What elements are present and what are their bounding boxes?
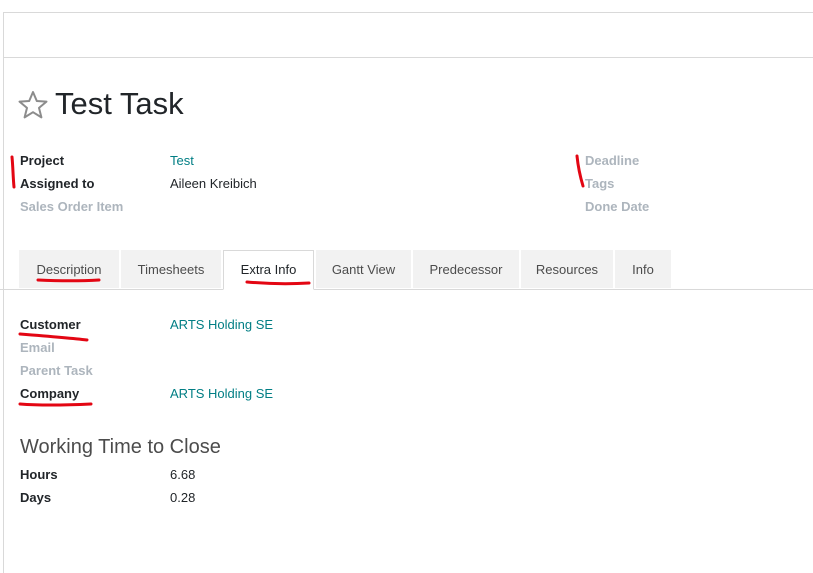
hours-label: Hours — [20, 467, 58, 482]
customer-label: Customer — [20, 317, 81, 332]
tab-description[interactable]: Description — [19, 250, 119, 288]
days-label: Days — [20, 490, 52, 505]
email-label: Email — [20, 340, 55, 355]
company-value[interactable]: ARTS Holding SE — [170, 385, 273, 403]
star-icon[interactable] — [17, 89, 49, 121]
tab-predecessor[interactable]: Predecessor — [413, 250, 519, 288]
task-title[interactable]: Test Task — [55, 84, 184, 124]
project-label: Project — [20, 153, 65, 168]
tab-gantt-view[interactable]: Gantt View — [316, 250, 411, 288]
tab-resources[interactable]: Resources — [521, 250, 613, 288]
parent-task-label: Parent Task — [20, 363, 93, 378]
customer-value[interactable]: ARTS Holding SE — [170, 316, 273, 334]
tab-extra-info[interactable]: Extra Info — [223, 250, 314, 290]
hours-value: 6.68 — [170, 467, 196, 482]
tab-info[interactable]: Info — [615, 250, 671, 288]
control-panel — [4, 13, 813, 58]
assigned-to-label: Assigned to — [20, 176, 95, 191]
tags-label: Tags — [585, 176, 615, 191]
deadline-label: Deadline — [585, 153, 640, 168]
working-time-title: Working Time to Close — [20, 436, 221, 458]
notebook-tabs: Description Timesheets Extra Info Gantt … — [0, 250, 813, 290]
sales-order-item-label: Sales Order Item — [20, 199, 124, 214]
tab-timesheets[interactable]: Timesheets — [121, 250, 221, 288]
done-date-label: Done Date — [585, 199, 650, 214]
assigned-to-value[interactable]: Aileen Kreibich — [170, 175, 257, 193]
project-value[interactable]: Test — [170, 152, 194, 170]
company-label: Company — [20, 386, 80, 401]
days-value: 0.28 — [170, 490, 196, 505]
